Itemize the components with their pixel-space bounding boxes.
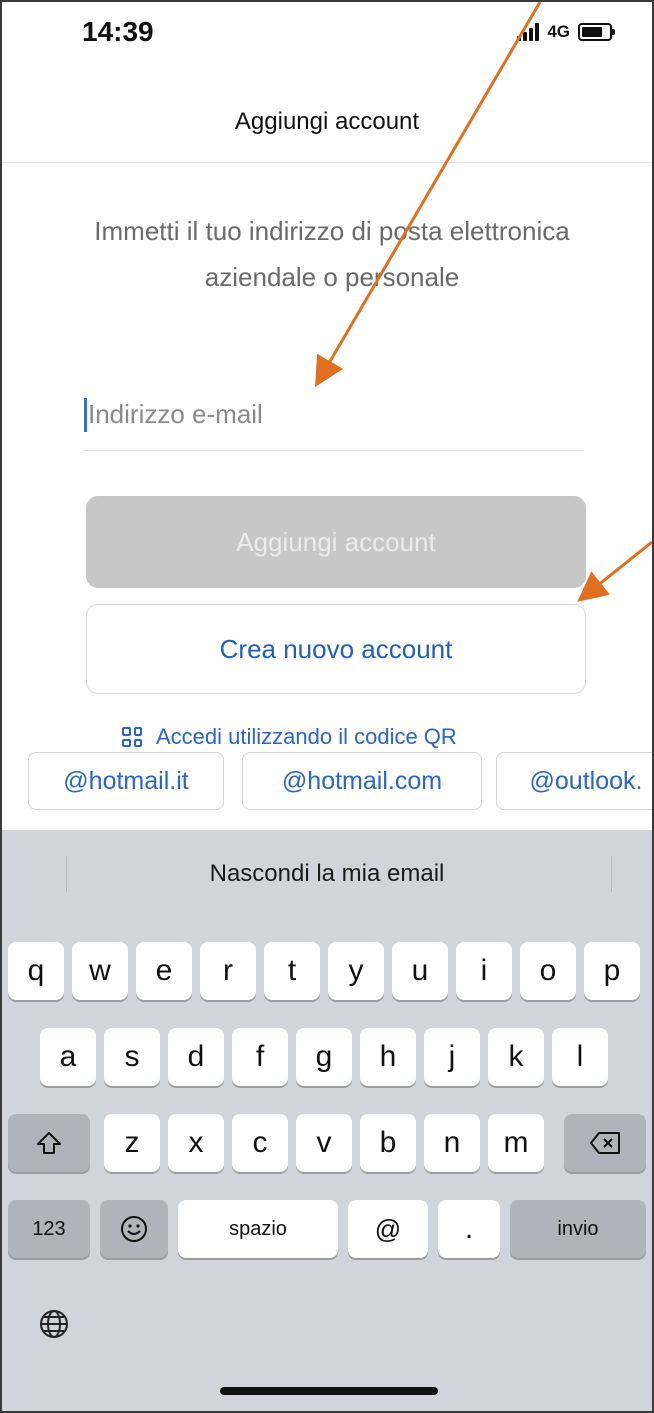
text-caret (84, 398, 87, 432)
key-a[interactable]: a (40, 1028, 96, 1086)
hide-my-email-suggestion[interactable]: Nascondi la mia email (210, 860, 445, 888)
key-s[interactable]: s (104, 1028, 160, 1086)
annotation-arrow (314, 2, 542, 388)
key-h[interactable]: h (360, 1028, 416, 1086)
qr-login-label: Accedi utilizzando il codice QR (156, 724, 457, 749)
key-n[interactable]: n (424, 1114, 480, 1172)
key-z[interactable]: z (104, 1114, 160, 1172)
key-d[interactable]: d (168, 1028, 224, 1086)
key-k[interactable]: k (488, 1028, 544, 1086)
backspace-key[interactable] (564, 1114, 646, 1172)
key-j[interactable]: j (424, 1028, 480, 1086)
suggestion-chip[interactable]: @hotmail.it (28, 752, 224, 810)
key-b[interactable]: b (360, 1114, 416, 1172)
key-l[interactable]: l (552, 1028, 608, 1086)
key-f[interactable]: f (232, 1028, 288, 1086)
space-key[interactable]: spazio (178, 1200, 338, 1258)
key-e[interactable]: e (136, 942, 192, 1000)
key-g[interactable]: g (296, 1028, 352, 1086)
suggestion-chip[interactable]: @hotmail.com (242, 752, 482, 810)
key-p[interactable]: p (584, 942, 640, 1000)
globe-icon (40, 1310, 68, 1338)
shift-key[interactable] (8, 1114, 90, 1172)
key-y[interactable]: y (328, 942, 384, 1000)
create-account-button[interactable]: Crea nuovo account (86, 604, 586, 694)
phone-frame: 14:39 4G Aggiungi account Immetti il tuo… (0, 0, 654, 1413)
email-input[interactable] (88, 392, 568, 436)
key-t[interactable]: t (264, 942, 320, 1000)
key-c[interactable]: c (232, 1114, 288, 1172)
add-account-button[interactable]: Aggiungi account (86, 496, 586, 588)
emoji-key[interactable] (100, 1200, 168, 1258)
divider (66, 856, 67, 892)
network-type: 4G (547, 22, 570, 41)
emoji-icon (121, 1216, 147, 1242)
email-field[interactable] (84, 384, 584, 451)
instructions-text: Immetti il tuo indirizzo di posta elettr… (94, 216, 570, 292)
key-v[interactable]: v (296, 1114, 352, 1172)
header-divider (2, 162, 652, 163)
key-x[interactable]: x (168, 1114, 224, 1172)
email-suggestions: @hotmail.it @hotmail.com @outlook. (2, 750, 652, 832)
key-w[interactable]: w (72, 942, 128, 1000)
key-q[interactable]: q (8, 942, 64, 1000)
return-key[interactable]: invio (510, 1200, 646, 1258)
divider (611, 856, 612, 892)
qr-login-link[interactable]: Accedi utilizzando il codice QR (122, 724, 457, 750)
keyboard: Nascondi la mia email q w e r t y u i o … (2, 830, 652, 1411)
key-u[interactable]: u (392, 942, 448, 1000)
key-m[interactable]: m (488, 1114, 544, 1172)
home-indicator (220, 1387, 438, 1395)
globe-key[interactable] (32, 1302, 76, 1346)
dot-key[interactable]: . (438, 1200, 500, 1258)
annotation-arrow (577, 540, 652, 602)
numbers-key[interactable]: 123 (8, 1200, 90, 1258)
keyboard-suggestion-bar[interactable]: Nascondi la mia email (2, 830, 652, 918)
battery-icon (578, 23, 615, 41)
shift-icon (37, 1132, 61, 1154)
signal-icon (517, 23, 540, 41)
status-time: 14:39 (82, 16, 154, 47)
page-title: Aggiungi account (234, 108, 420, 135)
at-key[interactable]: @ (348, 1200, 428, 1258)
key-o[interactable]: o (520, 942, 576, 1000)
status-indicators: 4G (517, 22, 615, 42)
suggestion-chip[interactable]: @outlook. (496, 752, 652, 810)
qr-code-icon (122, 727, 142, 747)
backspace-icon (590, 1132, 620, 1154)
key-r[interactable]: r (200, 942, 256, 1000)
key-i[interactable]: i (456, 942, 512, 1000)
